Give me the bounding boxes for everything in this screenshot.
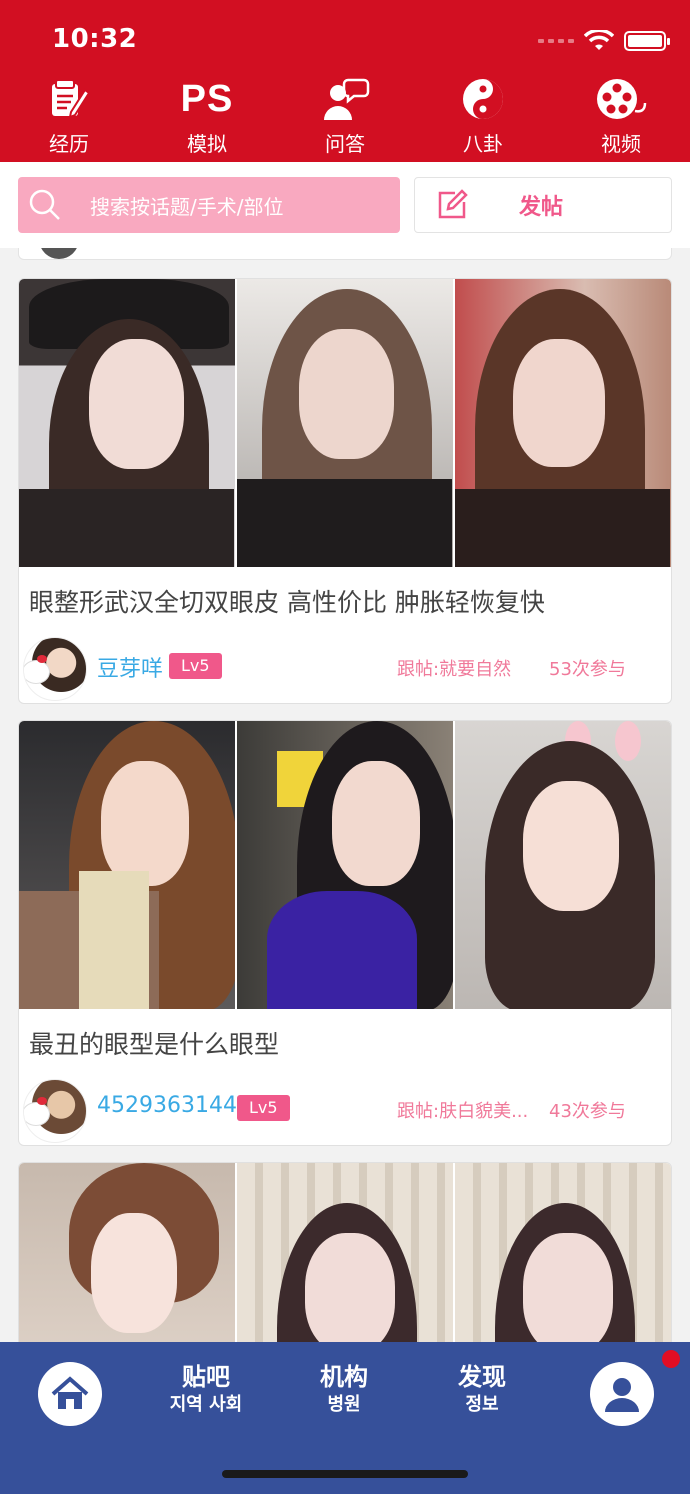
post-photos[interactable] — [19, 1163, 671, 1342]
tab-sublabel: 병원 — [327, 1394, 361, 1415]
home-indicator — [222, 1470, 468, 1478]
post-photo[interactable] — [19, 1163, 235, 1342]
search-input[interactable]: 搜索按话题/手术/部位 — [18, 177, 400, 233]
post-feed: 眼整形武汉全切双眼皮 高性价比 肿胀轻恢复快 豆芽咩 Lv5 跟帖:就要自然 5… — [0, 248, 690, 1342]
post-title[interactable]: 最丑的眼型是什么眼型 — [19, 1009, 671, 1069]
cellular-signal-icon — [538, 39, 574, 43]
top-category-nav: 经历 PS 模拟 问答 八卦 视频 — [0, 76, 690, 162]
new-post-button[interactable]: 发帖 — [414, 177, 672, 233]
tab-discover[interactable]: 发现 정보 — [442, 1362, 522, 1418]
topnav-label: 问答 — [325, 132, 365, 156]
avatar — [39, 248, 79, 259]
tab-profile[interactable] — [590, 1362, 654, 1426]
participation-count: 53次参与 — [549, 659, 626, 680]
topnav-label: 模拟 — [187, 132, 227, 156]
followup-text[interactable]: 跟帖:肤白貌美... — [397, 1097, 528, 1123]
topnav-item-gossip[interactable]: 八卦 — [414, 76, 552, 162]
post-photos[interactable] — [19, 721, 671, 1009]
film-reel-icon — [595, 76, 647, 122]
search-row: 搜索按话题/手术/部位 发帖 — [0, 162, 690, 248]
level-badge: Lv5 — [237, 1095, 290, 1121]
level-badge: Lv5 — [169, 653, 222, 679]
followup-text[interactable]: 跟帖:就要自然 — [397, 655, 511, 681]
person-speech-icon — [320, 76, 370, 122]
avatar[interactable] — [23, 637, 87, 701]
search-icon — [29, 189, 60, 220]
topnav-label: 视频 — [601, 132, 641, 156]
post-card-partial[interactable] — [18, 248, 672, 260]
topnav-item-qa[interactable]: 问答 — [276, 76, 414, 162]
topnav-label: 八卦 — [463, 132, 503, 156]
user-profile-icon — [590, 1362, 654, 1426]
post-card[interactable] — [18, 1162, 672, 1342]
post-photo[interactable] — [237, 1163, 453, 1342]
topnav-item-video[interactable]: 视频 — [552, 76, 690, 162]
battery-icon — [624, 31, 670, 51]
tab-sublabel: 지역 사회 — [169, 1394, 243, 1415]
ps-text-icon: PS — [180, 78, 234, 120]
topnav-label: 经历 — [49, 132, 89, 156]
app-header: 10:32 经历 PS 模拟 问答 八卦 视频 — [0, 0, 690, 162]
topnav-item-experience[interactable]: 经历 — [0, 76, 138, 162]
tab-label: 贴吧 — [182, 1363, 230, 1391]
post-meta: 4529363144 Lv5 跟帖:肤白貌美... 43次参与 — [19, 1069, 671, 1145]
avatar[interactable] — [23, 1079, 87, 1143]
tab-sublabel: 정보 — [465, 1394, 499, 1415]
post-card[interactable]: 眼整形武汉全切双眼皮 高性价比 肿胀轻恢复快 豆芽咩 Lv5 跟帖:就要自然 5… — [18, 278, 672, 704]
post-photo[interactable] — [455, 1163, 671, 1342]
post-photo[interactable] — [455, 279, 671, 567]
post-photos[interactable] — [19, 279, 671, 567]
tab-label: 机构 — [320, 1363, 368, 1391]
new-post-label: 发帖 — [519, 195, 564, 220]
tab-label: 发现 — [458, 1363, 506, 1391]
post-photo[interactable] — [19, 279, 235, 567]
wifi-icon — [584, 30, 614, 50]
status-indicators — [538, 30, 670, 52]
post-photo[interactable] — [237, 279, 453, 567]
status-time: 10:32 — [52, 24, 138, 54]
tab-hospital[interactable]: 机构 병원 — [304, 1362, 384, 1418]
tab-community[interactable]: 贴吧 지역 사회 — [160, 1362, 252, 1418]
home-icon — [38, 1362, 102, 1426]
post-card[interactable]: 最丑的眼型是什么眼型 4529363144 Lv5 跟帖:肤白貌美... 43次… — [18, 720, 672, 1146]
username[interactable]: 豆芽咩 — [97, 651, 163, 683]
notification-dot — [662, 1350, 680, 1368]
notepad-pen-icon — [47, 76, 91, 122]
search-placeholder: 搜索按话题/手术/部位 — [90, 194, 284, 219]
edit-pencil-icon — [438, 189, 468, 219]
topnav-item-simulate[interactable]: PS 模拟 — [138, 76, 276, 162]
post-photo[interactable] — [237, 721, 453, 1009]
yin-yang-icon — [461, 76, 505, 122]
tab-home[interactable] — [38, 1362, 102, 1426]
post-title[interactable]: 眼整形武汉全切双眼皮 高性价比 肿胀轻恢复快 — [19, 567, 671, 627]
post-photo[interactable] — [19, 721, 235, 1009]
participation-count: 43次参与 — [549, 1101, 626, 1122]
post-meta: 豆芽咩 Lv5 跟帖:就要自然 53次参与 — [19, 627, 671, 703]
username[interactable]: 4529363144 — [97, 1093, 237, 1118]
post-photo[interactable] — [455, 721, 671, 1009]
